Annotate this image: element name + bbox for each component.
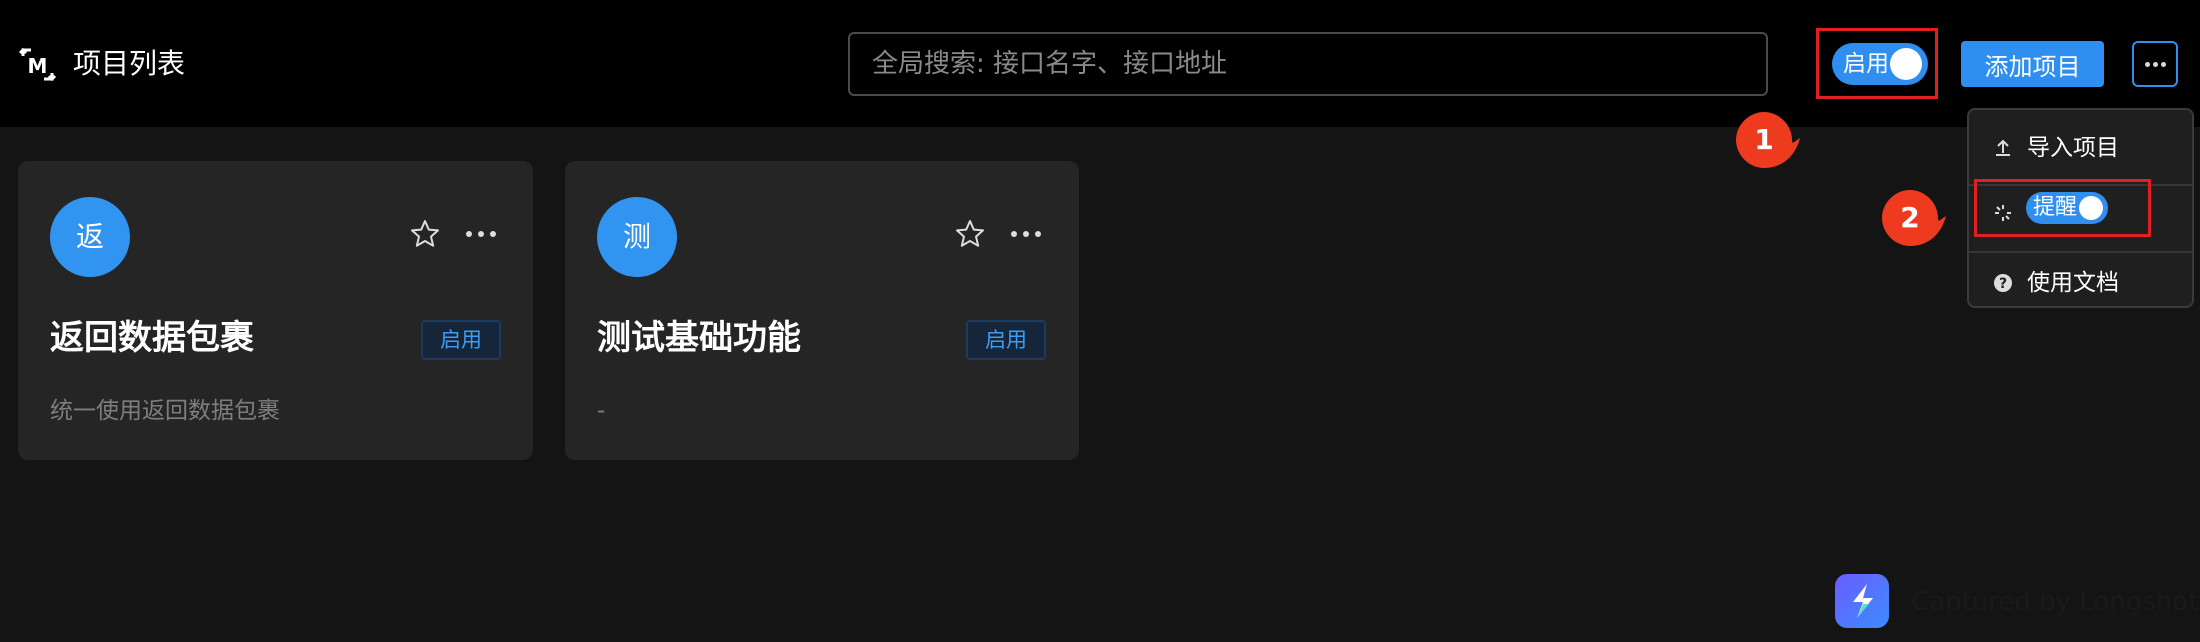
more-dots-icon [1035,231,1041,237]
menu-item-docs[interactable]: ? 使用文档 [1969,251,2192,315]
project-title: 返回数据包裹 [50,318,254,358]
watermark-text: Captured by Longshot [1911,587,2199,617]
highlight-box-2 [1974,179,2151,237]
highlight-box-1 [1816,28,1938,99]
top-bar: M 项目列表 启用 添加项目 [0,0,2200,127]
longshot-logo-icon [1835,574,1889,628]
project-description: 统一使用返回数据包裹 [50,398,280,424]
add-project-button[interactable]: 添加项目 [1961,41,2104,87]
status-badge: 启用 [421,320,501,360]
more-dots-icon [2145,62,2150,67]
svg-text:M: M [28,54,48,78]
card-more-button[interactable] [464,224,498,244]
menu-item-label: 导入项目 [2027,135,2119,161]
page-title: 项目列表 [73,47,186,80]
card-more-button[interactable] [1009,224,1043,244]
more-dots-icon [466,231,472,237]
more-dots-icon [478,231,484,237]
project-card[interactable]: 返 返回数据包裹 启用 统一使用返回数据包裹 [18,161,533,460]
star-icon[interactable] [409,218,441,250]
search-input[interactable] [850,34,1766,94]
app-logo-icon: M [18,47,57,82]
project-description: - [597,398,606,424]
global-search[interactable] [848,32,1768,96]
project-avatar: 测 [597,197,677,277]
project-card[interactable]: 测 测试基础功能 启用 - [565,161,1079,460]
more-dots-icon [2153,62,2158,67]
step-marker-2: 2 [1882,190,1946,248]
marker-number: 1 [1754,123,1774,156]
status-badge: 启用 [966,320,1046,360]
step-marker-1: 1 [1736,112,1800,170]
menu-item-import-project[interactable]: 导入项目 [1969,116,2192,180]
longshot-logo-icon [1853,584,1873,618]
marker-number: 2 [1900,201,1920,234]
more-dots-icon [1023,231,1029,237]
help-circle-icon: ? [1994,274,2012,292]
project-title: 测试基础功能 [597,318,801,358]
menu-item-label: 使用文档 [2027,270,2119,296]
star-icon[interactable] [954,218,986,250]
project-avatar: 返 [50,197,130,277]
svg-text:?: ? [1999,276,2007,292]
more-dots-icon [490,231,496,237]
more-dots-icon [2161,62,2166,67]
more-dots-icon [1011,231,1017,237]
upload-icon [1996,139,2010,156]
more-options-button[interactable] [2132,41,2178,87]
